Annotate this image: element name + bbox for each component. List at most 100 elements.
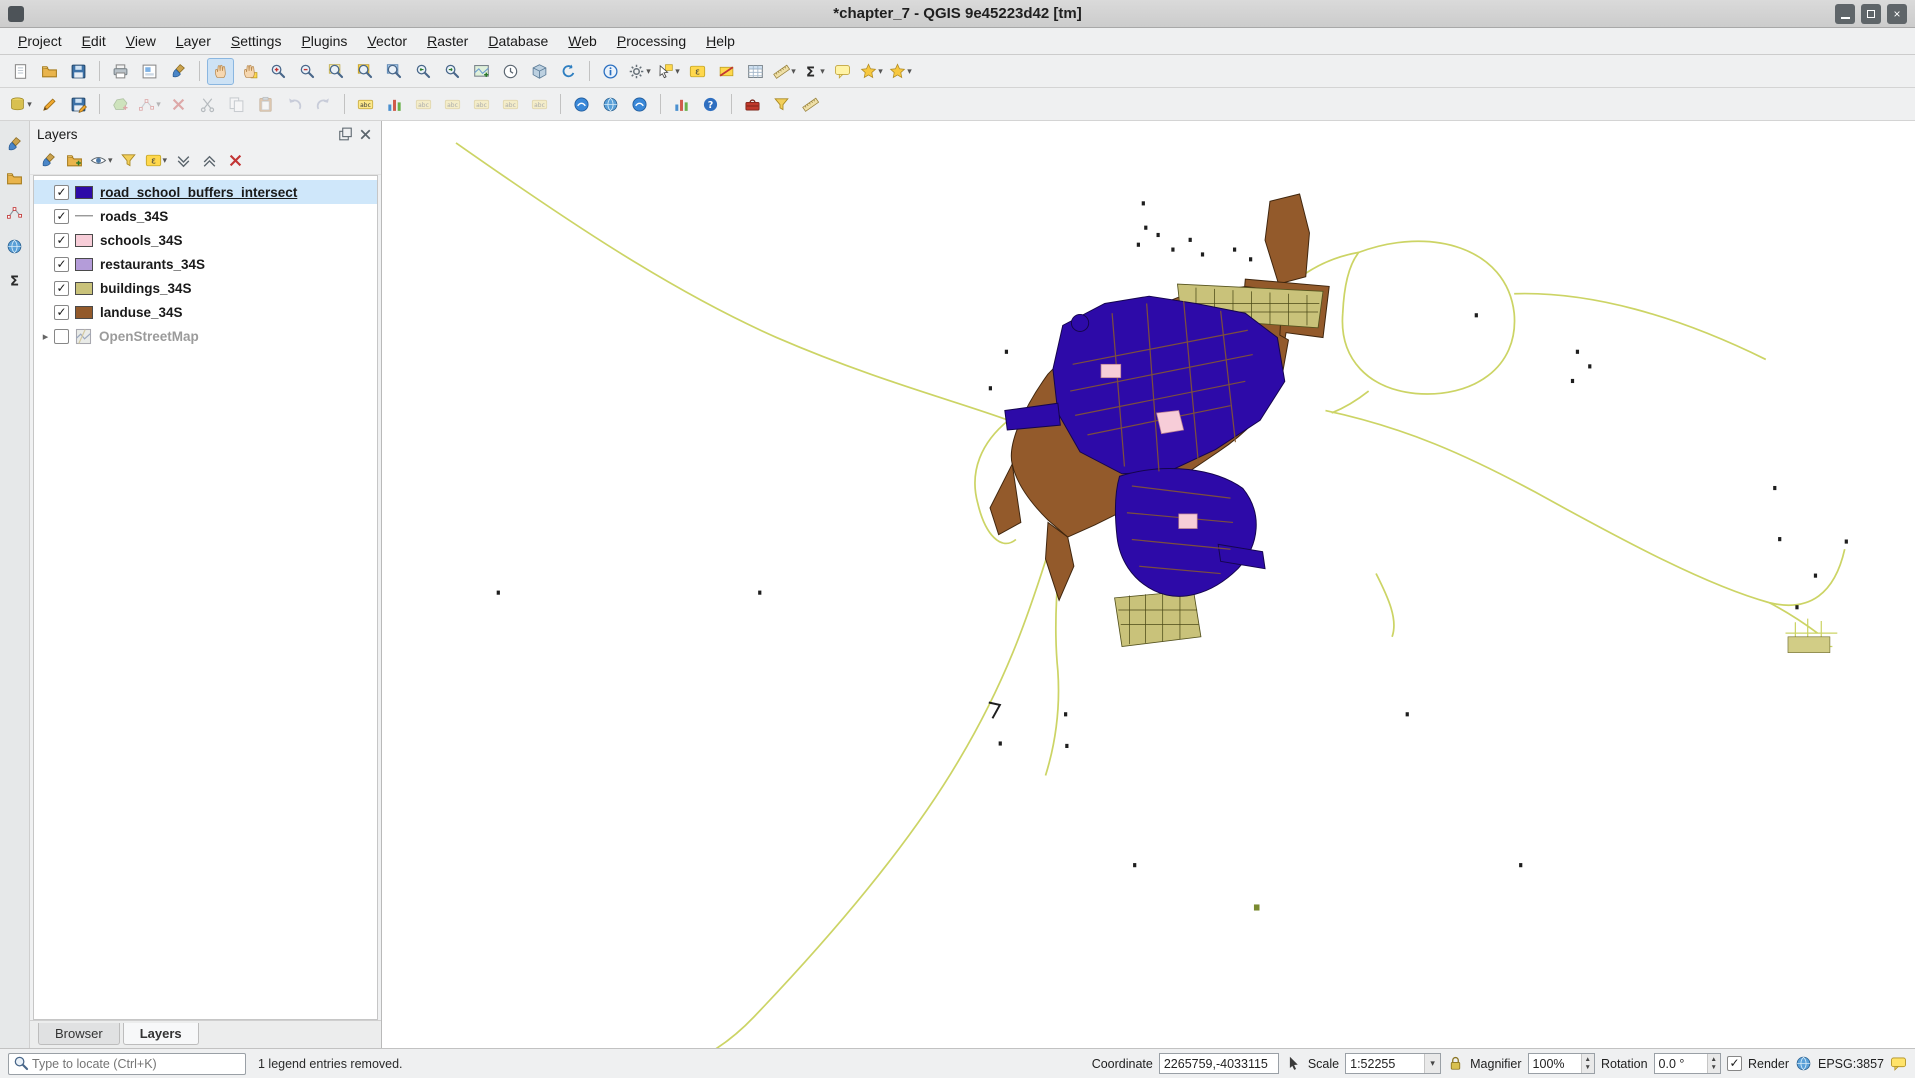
style-manager-button[interactable] xyxy=(165,58,192,85)
rotation-input[interactable] xyxy=(1655,1057,1707,1071)
scale-dropdown-icon[interactable]: ▾ xyxy=(1424,1054,1440,1073)
zoom-full-extent-button[interactable] xyxy=(323,58,350,85)
layer-item-openstreetmap[interactable]: ▸OpenStreetMap xyxy=(34,324,377,348)
select-features-button[interactable]: ▾ xyxy=(655,58,682,85)
panel-tab-layers[interactable]: Layers xyxy=(123,1023,199,1045)
menu-project[interactable]: Project xyxy=(8,29,72,53)
move-label-button[interactable]: abc xyxy=(468,91,495,118)
help-contents-button[interactable]: ? xyxy=(697,91,724,118)
menu-help[interactable]: Help xyxy=(696,29,745,53)
locate-input[interactable] xyxy=(32,1057,241,1071)
cut-features-button[interactable] xyxy=(194,91,221,118)
show-layout-manager-button[interactable] xyxy=(136,58,163,85)
identify-features-button[interactable] xyxy=(597,58,624,85)
run-feature-action-button[interactable]: ▾ xyxy=(626,58,653,85)
pan-map-button[interactable] xyxy=(207,58,234,85)
render-checkbox[interactable]: ✓ xyxy=(1727,1056,1742,1071)
menu-settings[interactable]: Settings xyxy=(221,29,292,53)
processing-toolbox-button[interactable] xyxy=(739,91,766,118)
menu-vector[interactable]: Vector xyxy=(357,29,417,53)
magnifier-spinbox[interactable]: ▲▼ xyxy=(1528,1053,1595,1074)
new-print-layout-button[interactable] xyxy=(107,58,134,85)
layer-visibility-checkbox[interactable] xyxy=(54,329,69,344)
menu-raster[interactable]: Raster xyxy=(417,29,478,53)
deselect-features-button[interactable] xyxy=(713,58,740,85)
metasearch-button[interactable] xyxy=(568,91,595,118)
statistics-dock-icon[interactable]: Σ xyxy=(4,269,26,291)
panel-tab-browser[interactable]: Browser xyxy=(38,1023,120,1045)
zoom-next-button[interactable] xyxy=(439,58,466,85)
add-group-button[interactable] xyxy=(62,149,86,173)
layer-item-landuse-34s[interactable]: ✓landuse_34S xyxy=(34,300,377,324)
remove-layer-button[interactable] xyxy=(223,149,247,173)
select-by-expression-button[interactable]: ε xyxy=(684,58,711,85)
save-layer-edits-button[interactable] xyxy=(65,91,92,118)
scale-input[interactable] xyxy=(1346,1057,1424,1071)
zoom-to-selection-button[interactable] xyxy=(352,58,379,85)
open-attribute-table-button[interactable] xyxy=(742,58,769,85)
menu-layer[interactable]: Layer xyxy=(166,29,221,53)
crs-label[interactable]: EPSG:3857 xyxy=(1818,1057,1884,1071)
redo-button[interactable] xyxy=(310,91,337,118)
layer-styling-dock-icon[interactable] xyxy=(4,133,26,155)
new-map-view-button[interactable] xyxy=(468,58,495,85)
minimize-button[interactable] xyxy=(1835,4,1855,24)
layer-visibility-checkbox[interactable]: ✓ xyxy=(54,281,69,296)
edit-in-place-button[interactable] xyxy=(768,91,795,118)
current-edits-button[interactable]: ▾ xyxy=(7,91,34,118)
menu-edit[interactable]: Edit xyxy=(72,29,116,53)
layer-item-buildings-34s[interactable]: ✓buildings_34S xyxy=(34,276,377,300)
delete-selected-button[interactable] xyxy=(165,91,192,118)
layer-expand-icon[interactable]: ▸ xyxy=(37,330,54,343)
scale-combo[interactable]: ▾ xyxy=(1345,1053,1441,1074)
map-tips-button[interactable] xyxy=(829,58,856,85)
menu-web[interactable]: Web xyxy=(558,29,607,53)
statist-button[interactable] xyxy=(668,91,695,118)
layer-visibility-checkbox[interactable]: ✓ xyxy=(54,185,69,200)
spin-arrows-icon[interactable]: ▲▼ xyxy=(1581,1054,1594,1073)
undo-button[interactable] xyxy=(281,91,308,118)
gps-dock-icon[interactable] xyxy=(4,235,26,257)
pan-to-selection-button[interactable] xyxy=(236,58,263,85)
layer-item-schools-34s[interactable]: ✓schools_34S xyxy=(34,228,377,252)
filter-legend-button[interactable] xyxy=(117,149,141,173)
paste-features-button[interactable] xyxy=(252,91,279,118)
maximize-button[interactable] xyxy=(1861,4,1881,24)
layer-visibility-checkbox[interactable]: ✓ xyxy=(54,305,69,320)
close-button[interactable]: × xyxy=(1887,4,1907,24)
save-project-button[interactable] xyxy=(65,58,92,85)
statistical-summary-button[interactable]: Σ▾ xyxy=(800,58,827,85)
lock-scale-icon[interactable] xyxy=(1447,1055,1464,1072)
layer-visibility-checkbox[interactable]: ✓ xyxy=(54,257,69,272)
crs-icon[interactable] xyxy=(1795,1055,1812,1072)
locate-search[interactable] xyxy=(8,1053,246,1075)
layer-visibility-checkbox[interactable]: ✓ xyxy=(54,233,69,248)
add-polygon-feature-button[interactable] xyxy=(107,91,134,118)
filter-by-expression-button[interactable]: ε▾ xyxy=(143,149,170,173)
vertex-tool-button[interactable]: ▾ xyxy=(136,91,163,118)
zoom-to-layer-button[interactable] xyxy=(381,58,408,85)
new-bookmark-button[interactable]: ▾ xyxy=(858,58,885,85)
extents-toggle-icon[interactable] xyxy=(1285,1055,1302,1072)
panel-float-icon[interactable] xyxy=(337,126,354,143)
copy-features-button[interactable] xyxy=(223,91,250,118)
show-bookmarks-button[interactable]: ▾ xyxy=(887,58,914,85)
zoom-out-button[interactable] xyxy=(294,58,321,85)
change-label-button[interactable]: abc xyxy=(526,91,553,118)
manage-map-themes-button[interactable]: ▾ xyxy=(88,149,115,173)
rotate-label-button[interactable]: abc xyxy=(497,91,524,118)
temporal-controller-button[interactable] xyxy=(497,58,524,85)
osm-place-search-button[interactable] xyxy=(626,91,653,118)
advanced-digitizing-dock-icon[interactable] xyxy=(4,201,26,223)
pin-labels-button[interactable]: abc xyxy=(410,91,437,118)
layer-item-road-school-buffers-intersect[interactable]: ✓road_school_buffers_intersect xyxy=(34,180,377,204)
panel-close-icon[interactable] xyxy=(357,126,374,143)
open-layer-styling-button[interactable] xyxy=(36,149,60,173)
zoom-last-button[interactable] xyxy=(410,58,437,85)
layer-labeling-button[interactable]: abc xyxy=(352,91,379,118)
new-project-button[interactable] xyxy=(7,58,34,85)
spin-arrows-icon[interactable]: ▲▼ xyxy=(1707,1054,1720,1073)
layer-visibility-checkbox[interactable]: ✓ xyxy=(54,209,69,224)
geocoding-button[interactable] xyxy=(597,91,624,118)
collapse-all-button[interactable] xyxy=(197,149,221,173)
